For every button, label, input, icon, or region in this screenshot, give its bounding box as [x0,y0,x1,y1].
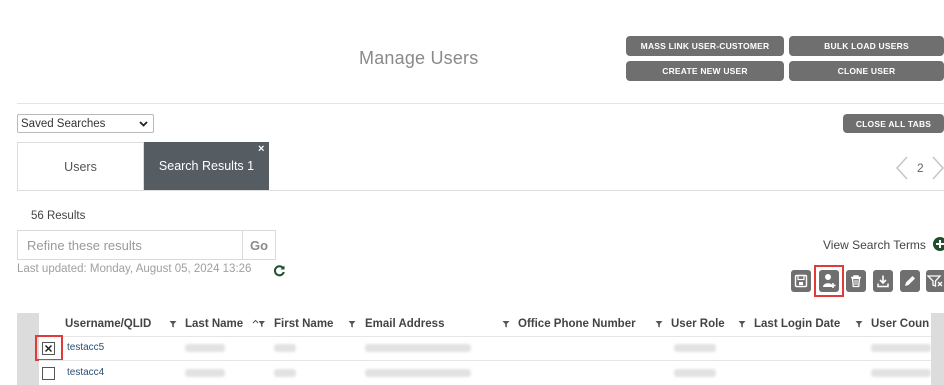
plus-circle-icon[interactable] [933,237,944,251]
column-header-username[interactable]: Username/QLID [65,318,151,330]
chevron-left-icon[interactable] [895,155,909,181]
redacted-cell [674,344,716,352]
trash-icon [851,275,861,288]
tab-search-results-1[interactable]: Search Results 1 [144,142,269,190]
clone-user-button[interactable]: CLONE USER [789,61,944,81]
redacted-cell [365,369,471,377]
refresh-icon[interactable] [273,264,286,277]
view-search-terms-link[interactable]: View Search Terms [823,238,926,252]
tabs-divider [17,190,944,191]
highlight-add-user [814,265,844,297]
page-title: Manage Users [359,48,479,68]
create-new-user-button[interactable]: CREATE NEW USER [626,61,784,81]
save-search-button[interactable] [791,270,811,292]
refine-results-input[interactable]: Refine these results [17,230,243,260]
bulk-load-users-button[interactable]: BULK LOAD USERS [789,36,944,56]
pencil-icon [905,276,915,286]
tab-users[interactable]: Users [17,142,144,190]
sort-filter-icon[interactable] [252,318,266,328]
saved-searches-select[interactable]: Saved Searches [17,114,154,133]
filter-icon[interactable] [738,320,746,328]
redacted-cell [274,369,296,377]
redacted-cell [185,369,225,377]
download-button[interactable] [873,270,893,292]
redacted-cell [365,344,471,352]
tab-search-results-label: Search Results 1 [158,159,255,173]
redacted-cell [871,369,931,377]
chevron-down-icon [139,121,148,127]
redacted-cell [274,344,296,352]
close-tab-icon[interactable]: × [258,143,264,155]
chevron-right-icon[interactable] [931,155,944,181]
save-icon [794,274,808,288]
refine-placeholder: Refine these results [27,237,142,253]
highlight-checkbox [35,335,63,361]
delete-button[interactable] [846,270,866,292]
filter-icon [927,275,943,287]
filter-icon[interactable] [348,320,356,328]
column-header-last-name[interactable]: Last Name [185,318,243,330]
redacted-cell [185,344,225,352]
go-button[interactable]: Go [242,230,276,260]
header-divider [17,103,944,104]
tab-users-label: Users [64,159,97,174]
last-updated-label: Last updated: Monday, August 05, 2024 13… [17,263,252,275]
results-count: 56 Results [31,210,86,222]
mass-link-user-customer-button[interactable]: MASS LINK USER-CUSTOMER [626,36,784,56]
column-header-user-role[interactable]: User Role [671,318,725,330]
table-scrollbar[interactable] [931,313,944,385]
filter-icon[interactable] [655,320,663,328]
column-header-email[interactable]: Email Address [365,318,444,330]
clear-filters-button[interactable] [926,270,944,292]
saved-searches-value: Saved Searches [21,117,106,130]
download-icon [877,275,889,288]
redacted-cell [871,344,931,352]
filter-icon[interactable] [502,320,510,328]
column-header-office-phone[interactable]: Office Phone Number [518,318,636,330]
filter-icon[interactable] [169,320,177,328]
header-divider-line [39,336,931,337]
username-link[interactable]: testacc4 [67,367,104,378]
row-divider [39,360,931,361]
column-header-first-name[interactable]: First Name [274,318,333,330]
column-header-user-country[interactable]: User Coun [871,318,931,330]
last-updated-text: Last updated: Monday, August 05, 2024 13… [17,263,251,275]
column-header-last-login[interactable]: Last Login Date [754,318,840,330]
close-all-tabs-button[interactable]: CLOSE ALL TABS [843,114,944,133]
row-checkbox[interactable] [42,367,55,380]
redacted-cell [674,369,716,377]
edit-button[interactable] [900,270,920,292]
filter-icon[interactable] [855,320,863,328]
page-number: 2 [917,161,924,175]
username-link[interactable]: testacc5 [67,342,104,353]
